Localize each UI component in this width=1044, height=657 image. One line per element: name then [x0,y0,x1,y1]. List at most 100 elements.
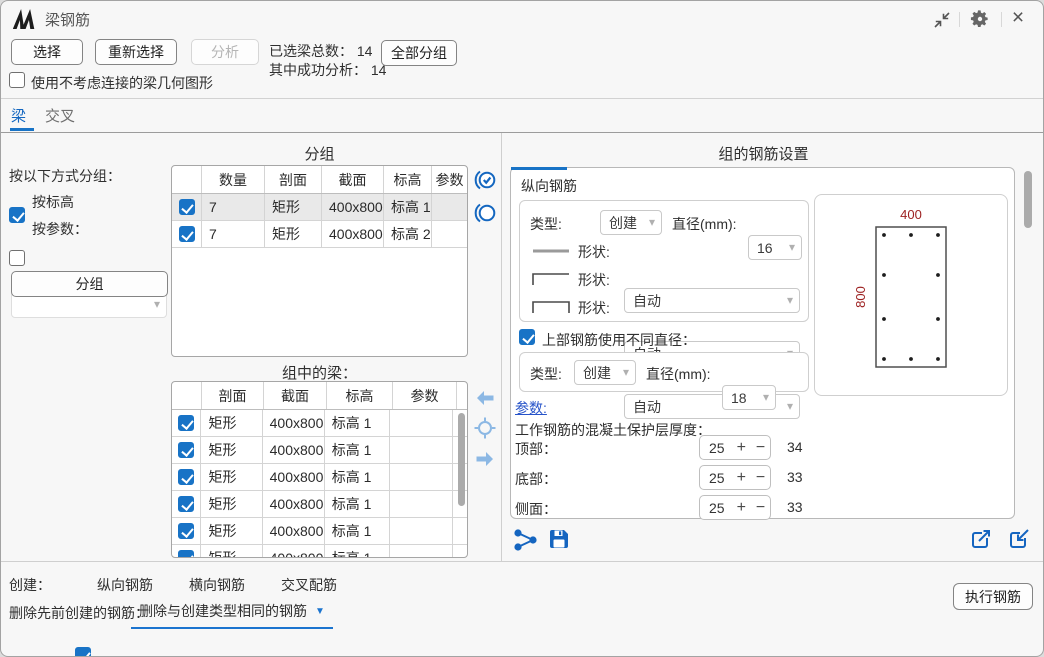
longitudinal-params-box: 类型: 创建 直径(mm): 16 形状: 自动 形状: 自动 形状: 自动 [519,200,809,322]
group-button[interactable]: 分组 [11,271,168,297]
delete-mode-dropdown[interactable]: 删除与创建类型相同的钢筋 ▼ [131,599,333,629]
locate-target-icon[interactable] [474,417,496,439]
run-rebar-button[interactable]: 执行钢筋 [953,583,1033,610]
top-rebar-diff-label: 上部钢筋使用不同直径： [542,330,696,350]
groups-title: 分组 [171,143,468,164]
increment-button[interactable]: + [732,436,751,459]
increment-button[interactable]: + [732,466,751,489]
tab-longitudinal-rebar[interactable]: 纵向钢筋 [521,176,577,196]
diameter-select[interactable]: 16 [748,235,802,260]
section-tab-indicator [511,167,567,170]
diagram-width-label: 400 [900,207,922,222]
row-checkbox[interactable] [178,550,194,558]
dialog-beam-rebar: 梁钢筋 × 选择 重新选择 分析 已选梁总数： 14 其中成功分析： 14 全部… [0,0,1044,657]
close-icon[interactable]: × [1005,5,1031,31]
diagram-height-label: 800 [853,286,868,308]
footer-divider [1,561,1043,562]
cover-bottom-result: 33 [787,469,803,485]
row-checkbox[interactable] [179,226,195,242]
shape-select-1[interactable]: 自动 [624,288,800,313]
check-all-icon[interactable] [473,168,497,192]
group-all-button[interactable]: 全部分组 [381,40,457,66]
type-select[interactable]: 创建 [600,210,662,235]
table-row[interactable]: 矩形 400x800 标高 1 [172,410,467,437]
top-type-select[interactable]: 创建 [574,360,636,385]
row-checkbox[interactable] [178,496,194,512]
tab-active-indicator [10,128,34,131]
app-logo-icon [13,8,37,29]
table-row[interactable]: 7 矩形 400x800 标高 1 [172,194,467,221]
top-diameter-select[interactable]: 18 [722,385,776,410]
panel-divider [501,133,502,561]
delete-previous-label: 删除先前创建的钢筋： [9,603,149,623]
beams-table-scrollbar[interactable] [458,413,465,506]
cover-top-label: 顶部： [515,439,557,459]
share-apply-icon[interactable] [514,528,538,552]
increment-button[interactable]: + [732,496,751,519]
table-row[interactable]: 矩形 400x800 标高 1 [172,545,467,558]
tab-beam[interactable]: 梁 [11,105,26,126]
cover-side-stepper[interactable]: 25 + − [699,495,771,520]
titlebar-divider [959,12,960,27]
use-geometry-checkbox[interactable] [9,72,25,88]
group-by-label: 按以下方式分组： [9,166,121,186]
analyze-button[interactable]: 分析 [191,39,259,65]
create-label: 创建： [9,575,51,595]
toolbar-separator [1,98,1043,99]
beams-in-group-title: 组中的梁： [171,362,468,383]
titlebar-divider [1001,12,1002,27]
by-param-checkbox[interactable] [9,250,25,266]
cover-thickness-label: 工作钢筋的混凝土保护层厚度： [515,420,711,440]
table-row[interactable]: 矩形 400x800 标高 1 [172,437,467,464]
top-rebar-params-box: 类型: 创建 直径(mm): 18 [519,352,809,392]
create-cross-label: 交叉配筋 [281,575,337,595]
type-label: 类型: [530,214,562,234]
row-checkbox[interactable] [178,469,194,485]
decrement-button[interactable]: − [751,436,770,459]
cover-top-stepper[interactable]: 25 + − [699,435,771,460]
import-icon[interactable] [1007,528,1031,552]
by-level-label: 按标高 [32,192,74,212]
row-checkbox[interactable] [178,415,194,431]
create-longitudinal-checkbox[interactable] [75,647,91,657]
table-row[interactable]: 矩形 400x800 标高 1 [172,491,467,518]
bar-hook-both-icon [530,299,572,315]
selected-beams-count: 已选梁总数： 14 [269,41,372,61]
groups-table-header: 数量 剖面 截面 标高 参数 [172,166,467,194]
row-checkbox[interactable] [178,442,194,458]
save-icon[interactable] [548,528,570,550]
groups-table: 数量 剖面 截面 标高 参数 7 矩形 400x800 标高 1 7 矩形 40… [171,165,468,357]
page-title: 梁钢筋 [45,9,90,30]
chevron-down-icon: ▼ [315,606,325,617]
table-row[interactable]: 矩形 400x800 标高 1 [172,464,467,491]
beams-table-header: 剖面 截面 标高 参数 [172,382,467,410]
select-button[interactable]: 选择 [11,39,83,65]
collapse-icon[interactable] [929,7,955,33]
decrement-button[interactable]: − [751,466,770,489]
move-right-icon[interactable] [475,450,495,468]
analyzed-beams-count: 其中成功分析： 14 [269,60,386,80]
row-checkbox[interactable] [179,199,195,215]
table-row[interactable]: 矩形 400x800 标高 1 [172,518,467,545]
move-left-icon[interactable] [475,389,495,407]
cover-bottom-stepper[interactable]: 25 + − [699,465,771,490]
beams-table: 剖面 截面 标高 参数 矩形 400x800 标高 1 矩形 400x800 标… [171,381,468,558]
reselect-button[interactable]: 重新选择 [95,39,177,65]
params-link[interactable]: 参数: [515,398,547,418]
top-rebar-diff-checkbox[interactable] [519,329,535,345]
by-param-label: 按参数： [32,219,88,239]
shape-label: 形状: [578,242,610,262]
export-icon[interactable] [969,528,993,552]
right-panel-scrollbar[interactable] [1024,171,1032,228]
by-level-checkbox[interactable] [9,207,25,223]
uncheck-all-icon[interactable] [473,201,497,225]
row-checkbox[interactable] [178,523,194,539]
tabbar-line [1,132,1043,133]
delete-mode-value: 删除与创建类型相同的钢筋 [139,601,307,621]
rebar-settings-title: 组的钢筋设置 [506,143,1021,164]
decrement-button[interactable]: − [751,496,770,519]
tab-cross[interactable]: 交叉 [45,105,75,126]
settings-gear-icon[interactable] [967,6,993,32]
create-transverse-label: 横向钢筋 [189,575,245,595]
table-row[interactable]: 7 矩形 400x800 标高 2 [172,221,467,248]
